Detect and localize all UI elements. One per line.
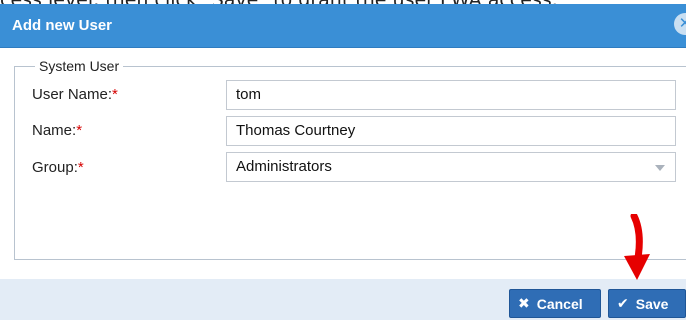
username-input[interactable]: tom [226, 80, 676, 110]
required-marker: * [76, 122, 83, 139]
required-marker: * [77, 159, 84, 176]
cancel-button[interactable]: ✖ Cancel [509, 289, 601, 318]
dialog-title: Add new User [12, 17, 113, 34]
red-arrow-annotation-icon [624, 214, 650, 280]
group-select[interactable]: Administrators [226, 152, 676, 182]
username-label: User Name:* [32, 86, 118, 103]
name-label: Name:* [32, 122, 83, 139]
required-marker: * [112, 86, 118, 103]
chevron-down-icon [655, 165, 665, 171]
checkmark-icon: ✔ [617, 295, 629, 311]
screenshot: cess level, then click "Save" to grant t… [0, 0, 686, 320]
group-select-value: Administrators [236, 158, 332, 175]
group-label: Group:* [32, 159, 84, 176]
save-button[interactable]: ✔ Save [608, 289, 686, 318]
fieldset-legend: System User [35, 58, 124, 74]
dialog-header: Add new User ✕ [0, 4, 686, 48]
cancel-x-icon: ✖ [518, 295, 530, 311]
close-icon[interactable]: ✕ [674, 13, 686, 35]
name-input[interactable]: Thomas Courtney [226, 116, 676, 146]
